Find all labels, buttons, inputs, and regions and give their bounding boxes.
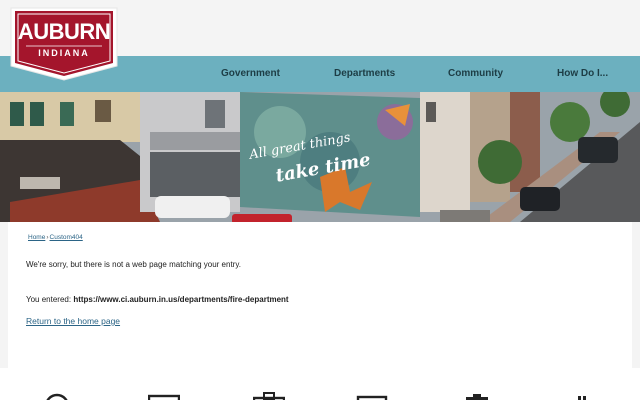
breadcrumb-current-link[interactable]: Custom404 (50, 234, 83, 241)
entered-url-line: You entered: https://www.ci.auburn.in.us… (26, 295, 289, 304)
entered-label: You entered: (26, 295, 72, 304)
nav-government[interactable]: Government (221, 56, 280, 92)
breadcrumb-separator: › (46, 234, 49, 241)
logo-title: AUBURN (17, 19, 111, 44)
breadcrumb: Home›Custom404 (28, 234, 83, 241)
clock-icon[interactable] (43, 392, 71, 400)
laptop-icon[interactable] (356, 392, 388, 400)
breadcrumb-home-link[interactable]: Home (28, 234, 45, 241)
return-home-link[interactable]: Return to the home page (26, 316, 120, 326)
nav-community[interactable]: Community (448, 56, 503, 92)
pin-icon[interactable] (572, 392, 592, 400)
hero-banner-image: All great things take time (0, 92, 640, 222)
monitor-icon[interactable] (148, 392, 180, 400)
entered-url: https://www.ci.auburn.in.us/departments/… (73, 295, 289, 304)
error-message: We're sorry, but there is not a web page… (26, 260, 241, 269)
nav-departments[interactable]: Departments (334, 56, 395, 92)
content-card: Home›Custom404 We're sorry, but there is… (8, 222, 632, 368)
briefcase-icon[interactable] (253, 392, 285, 400)
logo-subtitle: INDIANA (38, 48, 90, 58)
quick-links-row (0, 368, 640, 400)
nav-how-do-i[interactable]: How Do I... (557, 56, 608, 92)
city-logo[interactable]: AUBURN INDIANA (8, 6, 120, 82)
trash-can-icon[interactable] (463, 392, 491, 400)
